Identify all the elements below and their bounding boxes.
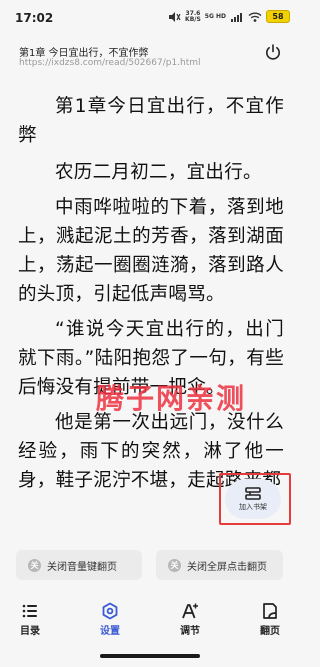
list-icon [22,604,37,618]
bottom-menu-panel: 关 关闭音量键翻页 关 关闭全屏点击翻页 目录 设置 调节 翻页 [0,538,300,667]
home-indicator[interactable] [100,654,200,658]
bookshelf-icon [245,486,261,500]
watermark: 腾子网亲测 [96,382,247,415]
paragraph: 中雨哗啦啦的下着，落到地上，溅起泥土的芳香，落到湖面上，荡起一圈圈涟漪，落到路人… [18,197,284,305]
fullscreen-tap-page-label: 关闭全屏点击翻页 [187,561,267,573]
power-icon[interactable] [264,43,282,61]
volume-key-page-toggle[interactable]: 关 关闭音量键翻页 [16,550,142,580]
nav-label-catalog: 目录 [20,626,40,637]
reading-content[interactable]: 第1章今日宜出行，不宜作弊 农历二月初二，宜出行。 中雨哗啦啦的下着，落到地上，… [18,92,284,501]
network-speed-unit: KB/S [185,15,201,23]
add-bookshelf-button[interactable]: 加入书架 [219,473,291,525]
volume-key-page-label: 关闭音量键翻页 [47,561,117,573]
chapter-title: 第1章 今日宜出行，不宜作弊 [19,48,149,59]
nav-item-catalog[interactable]: 目录 [0,602,60,637]
add-bookshelf-bubble[interactable]: 加入书架 [225,479,281,519]
status-bar: 17:02 37.6 KB/S 5G HD 58 [0,0,300,34]
toggle-off-icon: 关 [168,558,181,572]
nav-label-page-turn: 翻页 [260,626,280,637]
mute-icon [169,11,181,22]
wifi-icon [248,12,262,22]
fullscreen-tap-page-toggle[interactable]: 关 关闭全屏点击翻页 [156,550,283,580]
network-speed: 37.6 KB/S [185,10,201,23]
nav-item-page-turn[interactable]: 翻页 [240,602,300,637]
signal-badge: 5G HD [204,12,226,20]
bottom-nav: 目录 设置 调节 翻页 [0,594,300,644]
battery-indicator: 58 [266,10,290,23]
font-adjust-icon [182,603,198,619]
status-indicators: 37.6 KB/S 5G HD 58 [167,10,290,23]
nav-label-adjust: 调节 [180,626,200,637]
settings-icon [102,602,118,620]
page-turn-icon [263,603,277,619]
signal-icon [231,12,242,22]
nav-label-settings: 设置 [100,626,120,637]
add-bookshelf-label: 加入书架 [239,502,267,511]
toggle-off-icon: 关 [28,558,41,572]
nav-item-settings[interactable]: 设置 [80,602,140,637]
chapter-heading: 第1章今日宜出行，不宜作弊 [18,96,284,146]
nav-item-adjust[interactable]: 调节 [160,602,220,637]
chapter-url: https://ixdzs8.com/read/502667/p1.html [19,58,201,68]
status-time: 17:02 [15,11,54,25]
paragraph: 农历二月初二，宜出行。 [55,162,262,183]
